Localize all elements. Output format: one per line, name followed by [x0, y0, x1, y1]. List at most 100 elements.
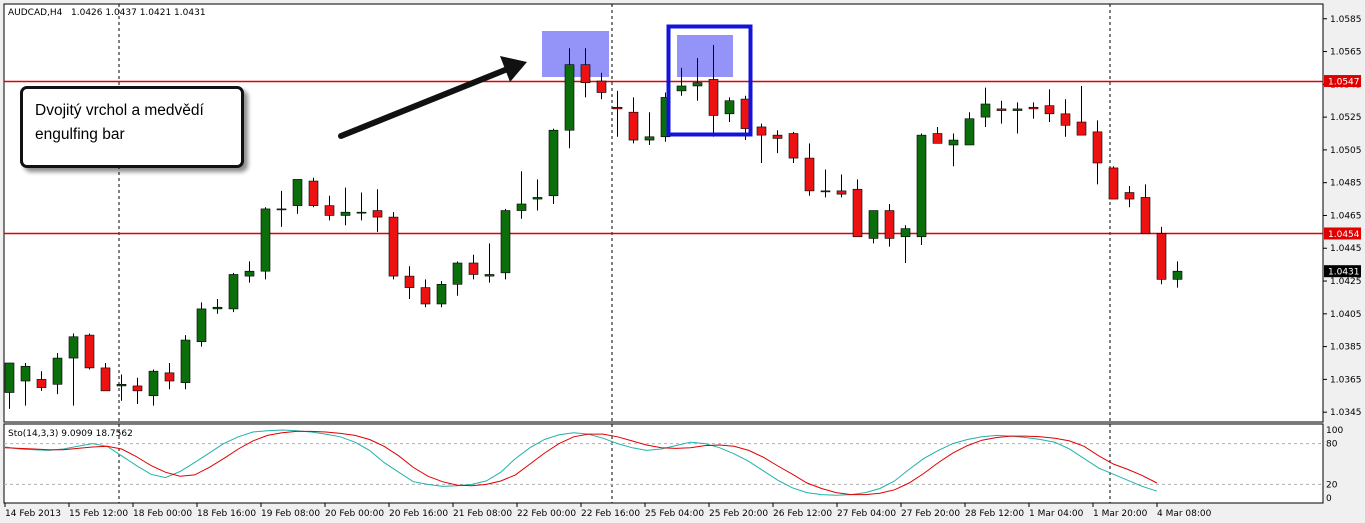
candle-body — [1172, 270, 1183, 280]
candle-body — [196, 308, 207, 342]
candle-body — [132, 385, 143, 392]
x-tick-label: 26 Feb 12:00 — [773, 509, 832, 519]
candle-body — [932, 133, 943, 144]
candle-body — [164, 372, 175, 382]
candle-body — [388, 216, 399, 277]
y-tick-label: 1.0485 — [1330, 179, 1362, 189]
chart-canvas[interactable]: 1.05851.05651.05451.05251.05051.04851.04… — [0, 0, 1365, 523]
x-tick-label: 1 Mar 04:00 — [1029, 509, 1084, 519]
x-tick-label: 25 Feb 20:00 — [709, 509, 768, 519]
y-tick-label: 1.0505 — [1330, 146, 1362, 156]
x-tick-label: 18 Feb 16:00 — [197, 509, 256, 519]
candle-body — [292, 179, 303, 206]
candle-body — [1060, 113, 1071, 126]
candle-body — [420, 287, 431, 305]
annotation-line-2: engulfing bar — [35, 126, 125, 143]
candle-body — [452, 262, 463, 285]
candle-body — [996, 108, 1007, 111]
candle-body — [788, 133, 799, 159]
candle-body — [372, 210, 383, 218]
candle-body — [244, 270, 255, 277]
line-price-label: 1.0547 — [1328, 78, 1360, 88]
candle-body — [4, 362, 15, 393]
candle-body — [852, 188, 863, 238]
candle-body — [324, 205, 335, 216]
candle-body — [820, 190, 831, 193]
x-tick-label: 15 Feb 12:00 — [69, 509, 128, 519]
candle-body — [356, 211, 367, 214]
candle-body — [1044, 105, 1055, 115]
candle-body — [980, 103, 991, 118]
x-tick-label: 14 Feb 2013 — [5, 509, 61, 519]
y-tick-label: 1.0405 — [1330, 310, 1362, 320]
x-tick-label: 20 Feb 00:00 — [325, 509, 384, 519]
candle-body — [628, 111, 639, 141]
candle-body — [676, 85, 687, 92]
candle-body — [1012, 108, 1023, 111]
candle-body — [916, 134, 927, 238]
indicator-level-label: 80 — [1326, 440, 1338, 450]
candle-body — [564, 64, 575, 131]
candle-body — [228, 274, 239, 310]
x-tick-label: 22 Feb 00:00 — [517, 509, 576, 519]
y-tick-label: 1.0345 — [1330, 408, 1362, 418]
x-tick-label: 27 Feb 04:00 — [837, 509, 896, 519]
candle-body — [772, 134, 783, 139]
candle-body — [964, 118, 975, 146]
candle-body — [500, 210, 511, 274]
candle-body — [692, 82, 703, 87]
y-tick-label: 1.0585 — [1330, 15, 1362, 25]
x-tick-label: 22 Feb 16:00 — [581, 509, 640, 519]
candle-body — [1108, 167, 1119, 200]
y-tick-label: 1.0365 — [1330, 375, 1362, 385]
indicator-level-label: 20 — [1326, 480, 1338, 490]
x-tick-label: 21 Feb 08:00 — [453, 509, 512, 519]
y-tick-label: 1.0465 — [1330, 211, 1362, 221]
x-tick-label: 25 Feb 04:00 — [645, 509, 704, 519]
candle-body — [180, 339, 191, 383]
candle-body — [116, 383, 127, 387]
y-tick-label: 1.0425 — [1330, 277, 1362, 287]
candle-body — [868, 210, 879, 239]
y-tick-label: 1.0445 — [1330, 244, 1362, 254]
candle-body — [212, 306, 223, 310]
y-tick-label: 1.0385 — [1330, 343, 1362, 353]
chart-ohlc-readout: 1.0426 1.0437 1.0421 1.0431 — [71, 8, 206, 18]
candle-body — [36, 379, 47, 388]
annotation-line-1: Dvojitý vrchol a medvědí — [35, 102, 204, 119]
price-axis[interactable]: 1.05851.05651.05451.05251.05051.04851.04… — [1323, 15, 1362, 418]
candle-body — [1092, 131, 1103, 164]
indicator-plot-area[interactable] — [3, 423, 1324, 504]
main-plot-area[interactable] — [3, 3, 1324, 423]
indicator-level-label: 100 — [1326, 426, 1343, 436]
last-price-label: 1.0431 — [1328, 268, 1360, 278]
candle-body — [468, 262, 479, 275]
candle-body — [52, 357, 63, 385]
candle-body — [1140, 197, 1151, 234]
candle-body — [436, 284, 447, 305]
x-tick-label: 4 Mar 08:00 — [1157, 509, 1212, 519]
candle-body — [308, 180, 319, 206]
candle-body — [548, 129, 559, 197]
x-tick-label: 18 Feb 00:00 — [133, 509, 192, 519]
time-axis[interactable]: 14 Feb 2013 15 Feb 12:00 18 Feb 00:00 18 Fe… — [4, 503, 1212, 519]
top-1-highlight — [542, 31, 609, 77]
candle-body — [100, 367, 111, 392]
candle-body — [900, 228, 911, 238]
chart-symbol-title: AUDCAD,H4 — [8, 8, 63, 18]
candle-body — [644, 136, 655, 141]
candle-body — [724, 100, 735, 115]
candle-body — [756, 126, 767, 136]
candle-body — [404, 275, 415, 288]
candle-body — [836, 190, 847, 195]
x-tick-label: 20 Feb 16:00 — [389, 509, 448, 519]
candle-body — [276, 208, 287, 211]
annotation-callout: Dvojitý vrchol a medvědí engulfing bar — [20, 86, 244, 168]
candle-body — [1028, 106, 1039, 110]
indicator-level-label: 0 — [1326, 494, 1332, 504]
x-tick-label: 19 Feb 08:00 — [261, 509, 320, 519]
candle-body — [84, 334, 95, 369]
y-tick-label: 1.0525 — [1330, 113, 1362, 123]
x-tick-label: 1 Mar 20:00 — [1093, 509, 1148, 519]
candle-body — [532, 197, 543, 200]
